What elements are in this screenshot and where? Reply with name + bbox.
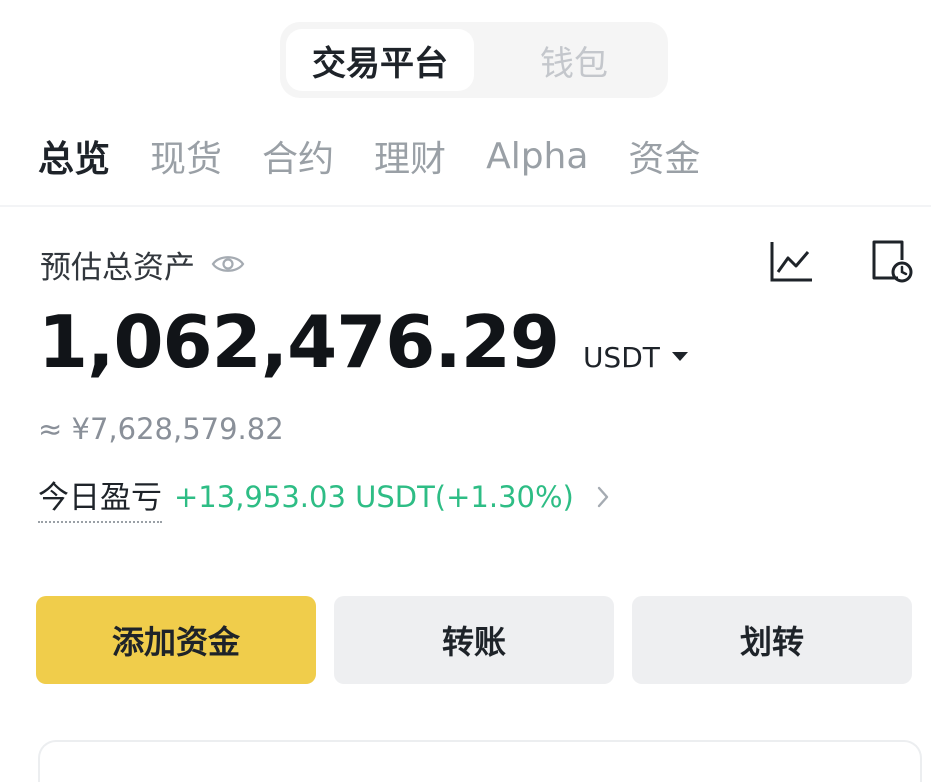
currency-selector[interactable]: USDT <box>583 341 660 374</box>
fiat-equivalent: ≈ ¥7,628,579.82 <box>38 412 284 446</box>
tab-funding[interactable]: 资金 <box>628 130 700 182</box>
tab-overview[interactable]: 总览 <box>38 130 110 182</box>
add-funds-button[interactable]: 添加资金 <box>36 596 316 684</box>
chevron-right-icon[interactable] <box>596 485 610 509</box>
balance-row: 1,062,476.29 USDT <box>38 300 688 400</box>
next-card <box>38 740 922 782</box>
tab-alpha[interactable]: Alpha <box>486 136 588 177</box>
divider <box>0 205 931 207</box>
today-pnl-row[interactable]: 今日盈亏 +13,953.03 USDT(+1.30%) <box>38 472 610 523</box>
history-clock-icon[interactable] <box>866 236 916 286</box>
tab-futures[interactable]: 合约 <box>262 130 334 182</box>
today-pnl-value: +13,953.03 USDT(+1.30%) <box>174 480 574 514</box>
today-pnl-label[interactable]: 今日盈亏 <box>38 472 162 523</box>
toggle-wallet[interactable]: 钱包 <box>486 29 662 91</box>
tab-spot[interactable]: 现货 <box>150 130 222 182</box>
line-chart-icon[interactable] <box>766 236 816 286</box>
total-balance: 1,062,476.29 <box>38 300 560 384</box>
platform-toggle: 交易平台 钱包 <box>280 22 668 98</box>
estimated-assets-label: 预估总资产 <box>40 249 195 286</box>
asset-tabs: 总览 现货 合约 理财 Alpha 资金 <box>38 128 740 184</box>
estimated-assets-header: 预估总资产 <box>40 240 245 288</box>
internal-transfer-button[interactable]: 划转 <box>632 596 912 684</box>
caret-down-icon[interactable] <box>671 352 688 361</box>
transfer-button[interactable]: 转账 <box>334 596 614 684</box>
toggle-exchange[interactable]: 交易平台 <box>286 29 474 91</box>
tab-earn[interactable]: 理财 <box>374 130 446 182</box>
eye-icon[interactable] <box>211 252 245 276</box>
